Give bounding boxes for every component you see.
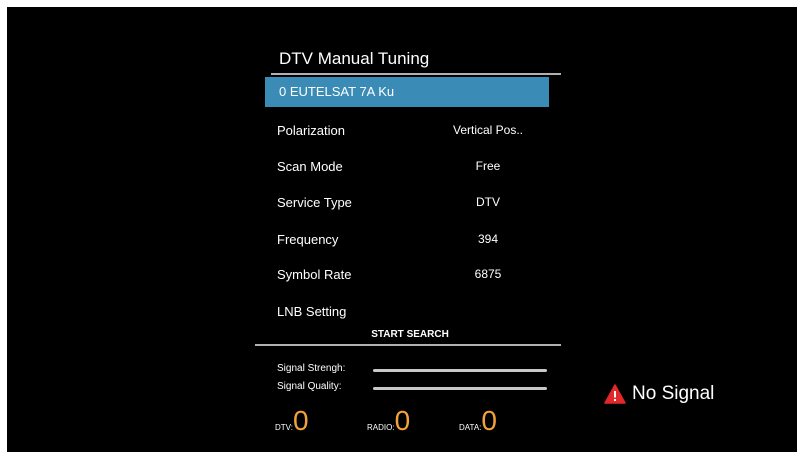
service-type-label: Service Type xyxy=(277,195,352,210)
start-search-button[interactable]: START SEARCH xyxy=(263,329,557,340)
signal-strength-bar xyxy=(373,369,547,372)
search-divider xyxy=(255,344,561,346)
polarization-row[interactable]: Polarization Vertical Pos.. xyxy=(277,119,557,143)
data-count-label: DATA: xyxy=(459,423,482,432)
signal-quality-row: Signal Quality: xyxy=(277,381,557,395)
data-count-value: 0 xyxy=(481,405,497,436)
signal-strength-fill xyxy=(373,369,547,372)
symbol-rate-value: 6875 xyxy=(474,267,502,281)
polarization-value: Vertical Pos.. xyxy=(452,123,524,137)
panel-title: DTV Manual Tuning xyxy=(279,49,430,68)
service-type-value: DTV xyxy=(476,195,500,209)
polarization-label: Polarization xyxy=(277,123,345,138)
frequency-label: Frequency xyxy=(277,232,339,247)
no-signal-text: No Signal xyxy=(632,383,715,404)
signal-strength-label: Signal Strengh: xyxy=(277,363,346,374)
radio-count-value: 0 xyxy=(394,405,411,436)
signal-strength-row: Signal Strengh: xyxy=(277,363,557,377)
dtv-count-label: DTV: xyxy=(275,423,293,432)
lnb-setting-label: LNB Setting xyxy=(277,304,347,319)
tv-screen: DTV Manual Tuning 0 EUTELSAT 7A Ku Polar… xyxy=(7,7,797,452)
signal-quality-bar xyxy=(373,387,547,390)
dtv-count-value: 0 xyxy=(292,405,309,436)
data-count: DATA:0 xyxy=(459,405,497,437)
radio-count: RADIO:0 xyxy=(367,405,410,437)
frequency-value: 394 xyxy=(477,232,499,246)
signal-quality-fill xyxy=(373,387,547,390)
no-signal-indicator: No Signal xyxy=(604,383,714,405)
frequency-row[interactable]: Frequency 394 xyxy=(277,228,557,252)
scan-mode-row[interactable]: Scan Mode Free xyxy=(277,155,557,179)
title-divider xyxy=(271,73,561,75)
scan-mode-value: Free xyxy=(475,159,501,173)
satellite-selector[interactable]: 0 EUTELSAT 7A Ku xyxy=(265,77,549,107)
service-type-row[interactable]: Service Type DTV xyxy=(277,191,557,215)
symbol-rate-row[interactable]: Symbol Rate 6875 xyxy=(277,263,557,287)
channel-counts: DTV:0 RADIO:0 DATA:0 xyxy=(275,405,555,441)
manual-tuning-panel: DTV Manual Tuning 0 EUTELSAT 7A Ku Polar… xyxy=(255,47,561,442)
lnb-setting-row[interactable]: LNB Setting xyxy=(277,300,557,324)
dtv-count: DTV:0 xyxy=(275,405,309,437)
signal-quality-label: Signal Quality: xyxy=(277,381,342,392)
warning-triangle-icon xyxy=(604,384,626,404)
radio-count-label: RADIO: xyxy=(367,423,395,432)
scan-mode-label: Scan Mode xyxy=(277,159,343,174)
symbol-rate-label: Symbol Rate xyxy=(277,267,352,282)
